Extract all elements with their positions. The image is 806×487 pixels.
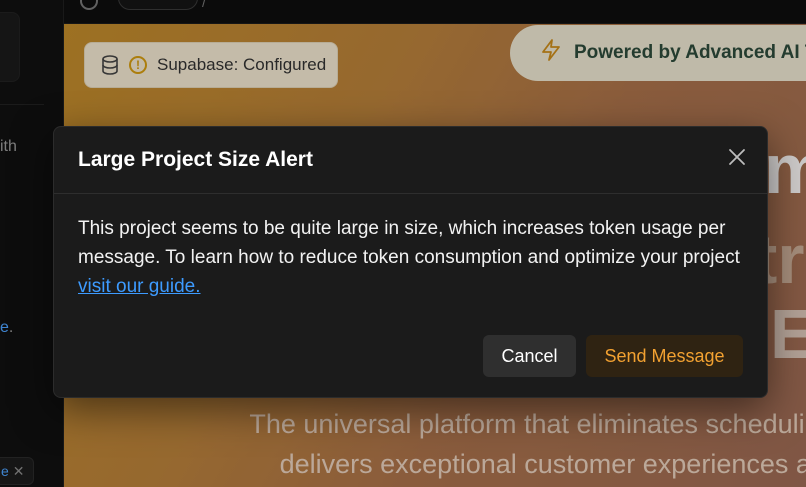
close-icon[interactable] (725, 145, 749, 169)
send-message-button[interactable]: Send Message (586, 335, 743, 377)
guide-link[interactable]: visit our guide. (78, 276, 201, 297)
dialog-message: This project seems to be quite large in … (78, 218, 740, 268)
dialog-header: Large Project Size Alert (54, 127, 767, 194)
dialog-footer: Cancel Send Message (483, 335, 743, 377)
dialog-body: This project seems to be quite large in … (54, 194, 767, 301)
app-root: ith e. e ✕ / ! Supabase: Configured Power… (0, 0, 806, 487)
project-size-alert-dialog: Large Project Size Alert This project se… (53, 126, 768, 398)
cancel-button[interactable]: Cancel (483, 335, 576, 377)
dialog-title: Large Project Size Alert (78, 148, 313, 171)
